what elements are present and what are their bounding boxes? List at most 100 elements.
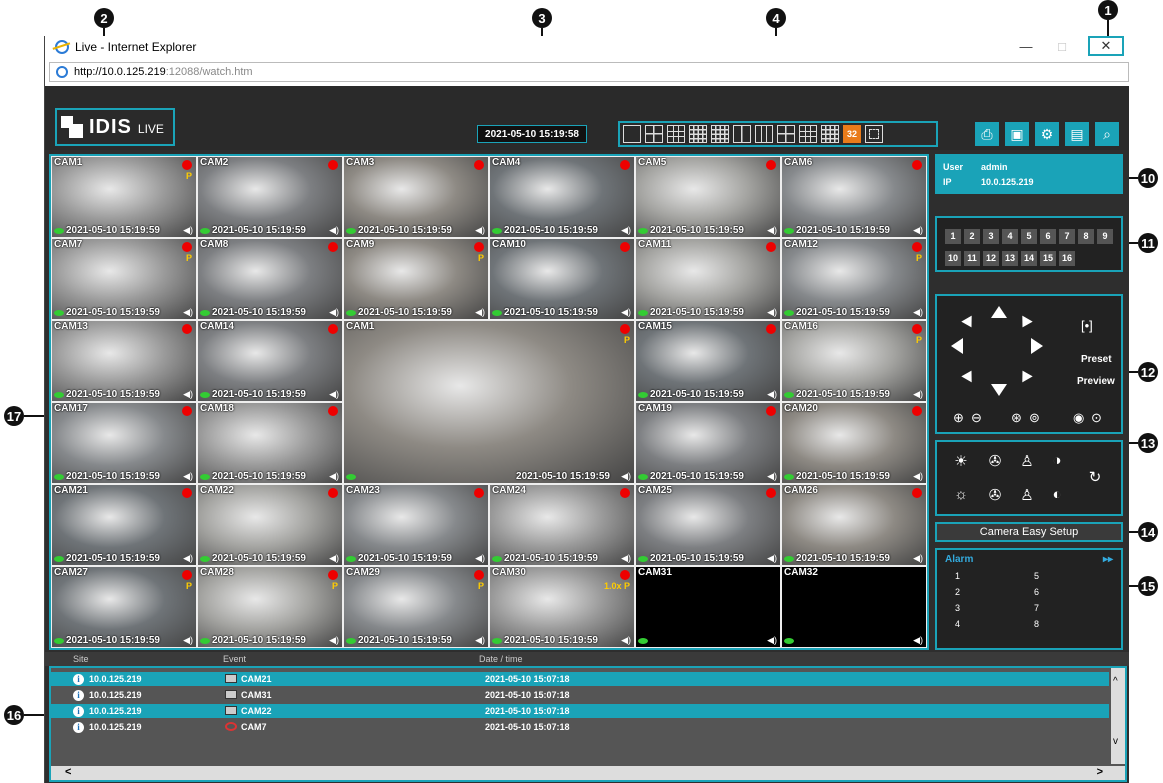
- audio-speaker-icon[interactable]: ◀): [913, 307, 923, 318]
- camera-tile[interactable]: CAM8 2021-05-10 15:19:59 ◀): [197, 238, 343, 320]
- camera-tile[interactable]: CAM21 2021-05-10 15:19:59 ◀): [51, 484, 197, 566]
- audio-speaker-icon[interactable]: ◀): [767, 225, 777, 236]
- ptz-preset[interactable]: Preset: [1081, 354, 1112, 365]
- camera-tile[interactable]: CAM31 ◀): [635, 566, 781, 648]
- camera-config-icon[interactable]: ▤: [1065, 122, 1089, 146]
- layout-1plus5-icon[interactable]: [777, 125, 795, 143]
- camera-tile[interactable]: CAM18 2021-05-10 15:19:59 ◀): [197, 402, 343, 484]
- scroll-up-icon[interactable]: ^: [1113, 676, 1118, 687]
- ptz-up-icon[interactable]: [991, 306, 1007, 318]
- camera-number-button[interactable]: 16: [1059, 251, 1075, 266]
- vertical-scrollbar[interactable]: ^ v: [1111, 668, 1125, 764]
- audio-speaker-icon[interactable]: ◀): [621, 635, 631, 646]
- maximize-button[interactable]: □: [1044, 36, 1080, 56]
- camera-tile[interactable]: CAM2 2021-05-10 15:19:59 ◀): [197, 156, 343, 238]
- layout-2x2-icon[interactable]: [645, 125, 663, 143]
- ptz-left-icon[interactable]: [951, 338, 963, 354]
- reset-icon[interactable]: ↻: [1085, 468, 1105, 486]
- camera-tile[interactable]: CAM15 2021-05-10 15:19:59 ◀): [635, 320, 781, 402]
- close-button[interactable]: ✕: [1088, 36, 1124, 56]
- camera-tile[interactable]: CAM26 2021-05-10 15:19:59 ◀): [781, 484, 927, 566]
- camera-tile[interactable]: CAM11 2021-05-10 15:19:59 ◀): [635, 238, 781, 320]
- ptz-upleft-icon[interactable]: [961, 315, 977, 331]
- contrast-down-icon[interactable]: ◐: [1047, 486, 1067, 503]
- table-row[interactable]: i 10.0.125.219 CAM22 2021-05-10 15:07:18: [51, 704, 1109, 718]
- horizontal-scrollbar[interactable]: < >: [51, 766, 1125, 780]
- camera-number-button[interactable]: 1: [945, 229, 961, 244]
- audio-speaker-icon[interactable]: ◀): [621, 225, 631, 236]
- camera-tile[interactable]: CAM16 P 2021-05-10 15:19:59 ◀): [781, 320, 927, 402]
- camera-tile[interactable]: CAM17 2021-05-10 15:19:59 ◀): [51, 402, 197, 484]
- layout-3x3-icon[interactable]: [667, 125, 685, 143]
- camera-tile[interactable]: CAM12 P 2021-05-10 15:19:59 ◀): [781, 238, 927, 320]
- camera-tile[interactable]: CAM1 P 2021-05-10 15:19:59 ◀): [51, 156, 197, 238]
- table-row[interactable]: i 10.0.125.219 CAM31 2021-05-10 15:07:18: [51, 688, 1109, 702]
- alarm-item[interactable]: 3: [955, 600, 1034, 616]
- ptz-downright-icon[interactable]: [1017, 367, 1033, 383]
- color-down-icon[interactable]: ✇: [985, 486, 1005, 504]
- audio-speaker-icon[interactable]: ◀): [913, 389, 923, 400]
- camera-number-button[interactable]: 13: [1002, 251, 1018, 266]
- ptz-right-icon[interactable]: [1031, 338, 1043, 354]
- camera-number-button[interactable]: 15: [1040, 251, 1056, 266]
- search-icon[interactable]: ⌕: [1095, 122, 1119, 146]
- camera-tile[interactable]: CAM9 P 2021-05-10 15:19:59 ◀): [343, 238, 489, 320]
- audio-speaker-icon[interactable]: ◀): [767, 389, 777, 400]
- camera-tile[interactable]: CAM3 2021-05-10 15:19:59 ◀): [343, 156, 489, 238]
- camera-tile[interactable]: CAM1 P 2021-05-10 15:19:59 ◀): [343, 320, 635, 484]
- layout-4x4-icon[interactable]: [689, 125, 707, 143]
- ptz-downleft-icon[interactable]: [961, 367, 977, 383]
- layout-1plus7-icon[interactable]: [799, 125, 817, 143]
- camera-number-button[interactable]: 4: [1002, 229, 1018, 244]
- audio-speaker-icon[interactable]: ◀): [621, 553, 631, 564]
- camera-tile[interactable]: CAM13 2021-05-10 15:19:59 ◀): [51, 320, 197, 402]
- audio-speaker-icon[interactable]: ◀): [183, 389, 193, 400]
- audio-speaker-icon[interactable]: ◀): [329, 553, 339, 564]
- audio-speaker-icon[interactable]: ◀): [329, 471, 339, 482]
- camera-tile[interactable]: CAM32 ◀): [781, 566, 927, 648]
- audio-speaker-icon[interactable]: ◀): [183, 307, 193, 318]
- camera-number-button[interactable]: 11: [964, 251, 980, 266]
- camera-number-button[interactable]: 12: [983, 251, 999, 266]
- audio-speaker-icon[interactable]: ◀): [767, 553, 777, 564]
- scroll-right-icon[interactable]: >: [1097, 766, 1103, 778]
- audio-speaker-icon[interactable]: ◀): [475, 635, 485, 646]
- camera-tile[interactable]: CAM30 1.0x P 2021-05-10 15:19:59 ◀): [489, 566, 635, 648]
- audio-speaker-icon[interactable]: ◀): [183, 635, 193, 646]
- audio-speaker-icon[interactable]: ◀): [183, 225, 193, 236]
- sharpness-down-icon[interactable]: ♙: [1017, 486, 1037, 504]
- focus-near-icon[interactable]: ◉: [1073, 410, 1084, 426]
- zoom-out-icon[interactable]: ⊖: [971, 410, 982, 426]
- camera-number-button[interactable]: 8: [1078, 229, 1094, 244]
- iris-close-icon[interactable]: ⊚: [1029, 410, 1040, 426]
- print-icon[interactable]: ⎙: [975, 122, 999, 146]
- camera-number-button[interactable]: 5: [1021, 229, 1037, 244]
- alarm-item[interactable]: 4: [955, 616, 1034, 632]
- camera-number-button[interactable]: 2: [964, 229, 980, 244]
- sharpness-up-icon[interactable]: ♙: [1017, 452, 1037, 470]
- alarm-expand-icon[interactable]: ▸▸: [1103, 554, 1113, 565]
- audio-speaker-icon[interactable]: ◀): [329, 307, 339, 318]
- audio-speaker-icon[interactable]: ◀): [329, 389, 339, 400]
- alarm-item[interactable]: 7: [1034, 600, 1113, 616]
- zoom-in-icon[interactable]: ⊕: [953, 410, 964, 426]
- camera-tile[interactable]: CAM27 P 2021-05-10 15:19:59 ◀): [51, 566, 197, 648]
- camera-tile[interactable]: CAM7 P 2021-05-10 15:19:59 ◀): [51, 238, 197, 320]
- alarm-item[interactable]: 5: [1034, 568, 1113, 584]
- camera-tile[interactable]: CAM28 P 2021-05-10 15:19:59 ◀): [197, 566, 343, 648]
- brightness-down-icon[interactable]: ☼: [951, 486, 971, 503]
- ptz-focus-icon[interactable]: [•]: [1081, 318, 1093, 333]
- ptz-preview[interactable]: Preview: [1077, 376, 1115, 387]
- camera-tile[interactable]: CAM19 2021-05-10 15:19:59 ◀): [635, 402, 781, 484]
- camera-number-button[interactable]: 10: [945, 251, 961, 266]
- layout-32-icon[interactable]: 32: [843, 125, 861, 143]
- camera-number-button[interactable]: 14: [1021, 251, 1037, 266]
- audio-speaker-icon[interactable]: ◀): [913, 471, 923, 482]
- camera-tile[interactable]: CAM20 2021-05-10 15:19:59 ◀): [781, 402, 927, 484]
- camera-tile[interactable]: CAM29 P 2021-05-10 15:19:59 ◀): [343, 566, 489, 648]
- brightness-up-icon[interactable]: ☀: [951, 452, 971, 470]
- audio-speaker-icon[interactable]: ◀): [475, 553, 485, 564]
- alarm-item[interactable]: 1: [955, 568, 1034, 584]
- audio-speaker-icon[interactable]: ◀): [913, 553, 923, 564]
- camera-tile[interactable]: CAM5 2021-05-10 15:19:59 ◀): [635, 156, 781, 238]
